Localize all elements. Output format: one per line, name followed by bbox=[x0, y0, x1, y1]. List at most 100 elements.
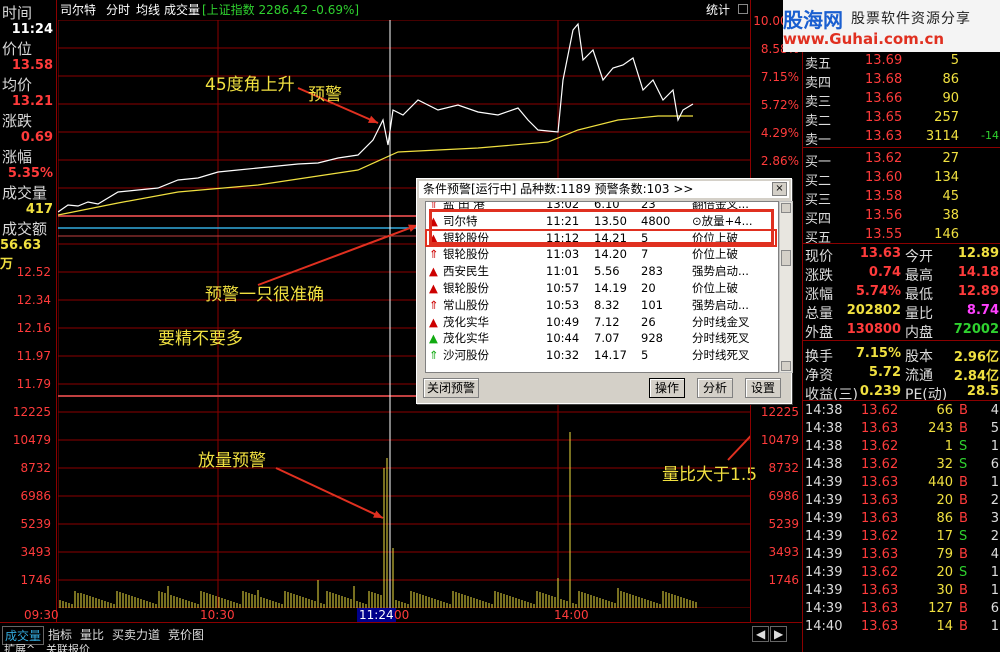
annotation-accurate: 预警一只很准确 bbox=[205, 285, 324, 305]
tick-row[interactable]: 14:38 13.62 1 S 1 bbox=[803, 438, 1000, 457]
chart-header: 司尔特 分时 均线 成交量 [上证指数 2286.42 -0.69%] 统计 bbox=[58, 0, 750, 20]
tick-row[interactable]: 14:39 13.63 127 B 6 bbox=[803, 600, 1000, 619]
expand-icon[interactable] bbox=[738, 4, 748, 14]
mode-fenshi[interactable]: 分时 bbox=[106, 0, 130, 20]
tab-right-arrow[interactable]: ▶ bbox=[770, 626, 788, 642]
mode-junxian[interactable]: 均线 bbox=[136, 0, 160, 20]
tick-time: 14:39 bbox=[805, 601, 843, 616]
quote-label: PE(动) bbox=[905, 387, 948, 403]
close-alert-button[interactable]: 关闭预警 bbox=[423, 378, 479, 398]
tick-row[interactable]: 14:39 13.63 30 B 1 bbox=[803, 582, 1000, 601]
alert-window[interactable]: 条件预警[运行中] 品种数:1189 预警条数:103 >> × ⇑ 盐 田 港 1… bbox=[416, 178, 793, 404]
alert-row[interactable]: ▲ 司尔特 11:21 13.50 4800 ⊙放量+4... bbox=[426, 213, 776, 230]
order-book-row[interactable]: 卖二 13.65 257 bbox=[803, 109, 1000, 129]
tick-side: S bbox=[959, 529, 968, 544]
scroll-thumb[interactable] bbox=[781, 250, 791, 266]
tick-row[interactable]: 14:39 13.63 86 B 3 bbox=[803, 510, 1000, 529]
order-book-row[interactable]: 卖三 13.66 90 bbox=[803, 90, 1000, 110]
order-book-row[interactable]: 买三 13.58 45 bbox=[803, 188, 1000, 208]
order-book-row[interactable]: 卖四 13.68 86 bbox=[803, 71, 1000, 91]
vol-value: 417 bbox=[25, 202, 53, 217]
alert-stock-name: 茂化实华 bbox=[443, 314, 489, 329]
quote-label: 今开 bbox=[905, 249, 933, 265]
order-book-row[interactable]: 买一 13.62 27 bbox=[803, 150, 1000, 170]
alert-time: 13:02 bbox=[546, 201, 580, 211]
order-book-volume: 27 bbox=[942, 151, 959, 166]
alert-row[interactable]: ▲ 银轮股份 11:12 14.21 5 价位上破 bbox=[426, 230, 776, 247]
tick-count: 6 bbox=[990, 601, 999, 616]
tick-count: 2 bbox=[990, 529, 999, 544]
order-book-label: 买三 bbox=[805, 193, 832, 208]
quote-value: 5.74% bbox=[855, 284, 901, 299]
quote-label: 股本 bbox=[905, 349, 933, 365]
quote-value: 28.5 bbox=[966, 384, 999, 399]
tick-row[interactable]: 14:39 13.63 20 B 2 bbox=[803, 492, 1000, 511]
scroll-up-icon[interactable] bbox=[781, 203, 791, 213]
tick-row[interactable]: 14:40 13.63 14 B 1 bbox=[803, 618, 1000, 637]
alert-row[interactable]: ▲ 银轮股份 10:57 14.19 20 价位上破 bbox=[426, 280, 776, 297]
tick-row[interactable]: 14:39 13.62 20 S 1 bbox=[803, 564, 1000, 583]
tick-volume: 86 bbox=[936, 511, 953, 526]
time-tick: 00 bbox=[394, 608, 410, 622]
vol-label: 成交量 bbox=[2, 184, 48, 202]
alert-volume: 7 bbox=[641, 247, 649, 262]
order-book-row[interactable]: 卖五 13.69 5 bbox=[803, 52, 1000, 72]
alert-row[interactable]: ▲ 茂化实华 10:44 7.07 928 分时线死叉 bbox=[426, 330, 776, 347]
alert-row[interactable]: ⇑ 银轮股份 11:03 14.20 7 价位上破 bbox=[426, 246, 776, 263]
alert-row[interactable]: ⇑ 盐 田 港 13:02 6.10 23 翻倍金叉... bbox=[426, 201, 776, 213]
order-book-row[interactable]: 买四 13.56 38 bbox=[803, 207, 1000, 227]
alert-condition: 翻倍金叉... bbox=[692, 201, 749, 211]
bell-icon: ▲ bbox=[429, 213, 438, 228]
close-icon[interactable]: × bbox=[772, 182, 787, 196]
scrollbar[interactable] bbox=[779, 201, 793, 373]
tick-row[interactable]: 14:39 13.63 79 B 4 bbox=[803, 546, 1000, 565]
alert-stock-name: 盐 田 港 bbox=[443, 201, 485, 211]
order-book-label: 卖四 bbox=[805, 76, 832, 91]
tick-row[interactable]: 14:38 13.62 66 B 4 bbox=[803, 402, 1000, 421]
pct-tick: 7.15% bbox=[760, 70, 799, 84]
alert-row[interactable]: ▲ 西安民生 11:01 5.56 283 强势启动... bbox=[426, 263, 776, 280]
tick-row[interactable]: 14:38 13.62 32 S 6 bbox=[803, 456, 1000, 475]
vol-tick: 8732 bbox=[768, 461, 799, 475]
order-book-row[interactable]: 卖一 13.63 3114 -14 bbox=[803, 128, 1000, 148]
operate-button[interactable]: 操作 bbox=[649, 378, 685, 398]
tick-side: S bbox=[959, 439, 968, 454]
tab-auction[interactable]: 竞价图 bbox=[166, 626, 206, 643]
quote-value: 2.84亿 bbox=[953, 369, 999, 384]
alert-row[interactable]: ▲ 茂化实华 10:49 7.12 26 分时线金叉 bbox=[426, 314, 776, 331]
order-book-volume: 5 bbox=[950, 53, 959, 68]
stat-button[interactable]: 统计 bbox=[706, 0, 730, 20]
tick-time: 14:39 bbox=[805, 547, 843, 562]
pct-tick: 5.72% bbox=[760, 98, 799, 112]
tick-price: 13.62 bbox=[861, 457, 899, 472]
scroll-down-icon[interactable] bbox=[781, 361, 791, 371]
alert-row[interactable]: ⇑ 常山股份 10:53 8.32 101 强势启动... bbox=[426, 297, 776, 314]
alert-list[interactable]: ⇑ 盐 田 港 13:02 6.10 23 翻倍金叉... ▲ 司尔特 11:21 13.50 48… bbox=[425, 201, 779, 373]
alert-condition: 分时线死叉 bbox=[692, 331, 750, 346]
mode-volume[interactable]: 成交量 bbox=[164, 0, 200, 20]
tab-expand[interactable]: 扩展^ bbox=[2, 641, 37, 652]
cursor-time: 11:24 bbox=[357, 608, 396, 622]
settings-button[interactable]: 设置 bbox=[745, 378, 781, 398]
tab-left-arrow[interactable]: ◀ bbox=[752, 626, 770, 642]
tick-price: 13.62 bbox=[861, 529, 899, 544]
vol-tick: 5239 bbox=[20, 517, 51, 531]
tick-side: B bbox=[959, 421, 968, 436]
alert-row[interactable]: ⇑ 沙河股份 10:32 14.17 5 分时线死叉 bbox=[426, 347, 776, 364]
tick-row[interactable]: 14:39 13.62 17 S 2 bbox=[803, 528, 1000, 547]
tick-count: 3 bbox=[990, 511, 999, 526]
analysis-button[interactable]: 分析 bbox=[697, 378, 733, 398]
index-label: [上证指数 2286.42 -0.69%] bbox=[202, 3, 360, 17]
tab-buy-sell-force[interactable]: 买卖力道 bbox=[110, 626, 162, 643]
alert-stock-name: 常山股份 bbox=[443, 297, 489, 312]
tick-row[interactable]: 14:39 13.63 440 B 1 bbox=[803, 474, 1000, 493]
alert-price: 14.20 bbox=[594, 247, 627, 262]
watermark-banner: 股海网 股票软件资源分享 www.Guhai.com.cn bbox=[783, 0, 1000, 52]
tab-related-quote[interactable]: 关联报价 bbox=[44, 641, 92, 652]
alert-volume: 20 bbox=[641, 281, 656, 295]
alert-volume: 5 bbox=[641, 230, 649, 245]
tick-row[interactable]: 14:38 13.63 243 B 5 bbox=[803, 420, 1000, 439]
quote-value: 72002 bbox=[953, 322, 999, 337]
alert-price: 6.10 bbox=[594, 201, 620, 211]
order-book-row[interactable]: 买二 13.60 134 bbox=[803, 169, 1000, 189]
